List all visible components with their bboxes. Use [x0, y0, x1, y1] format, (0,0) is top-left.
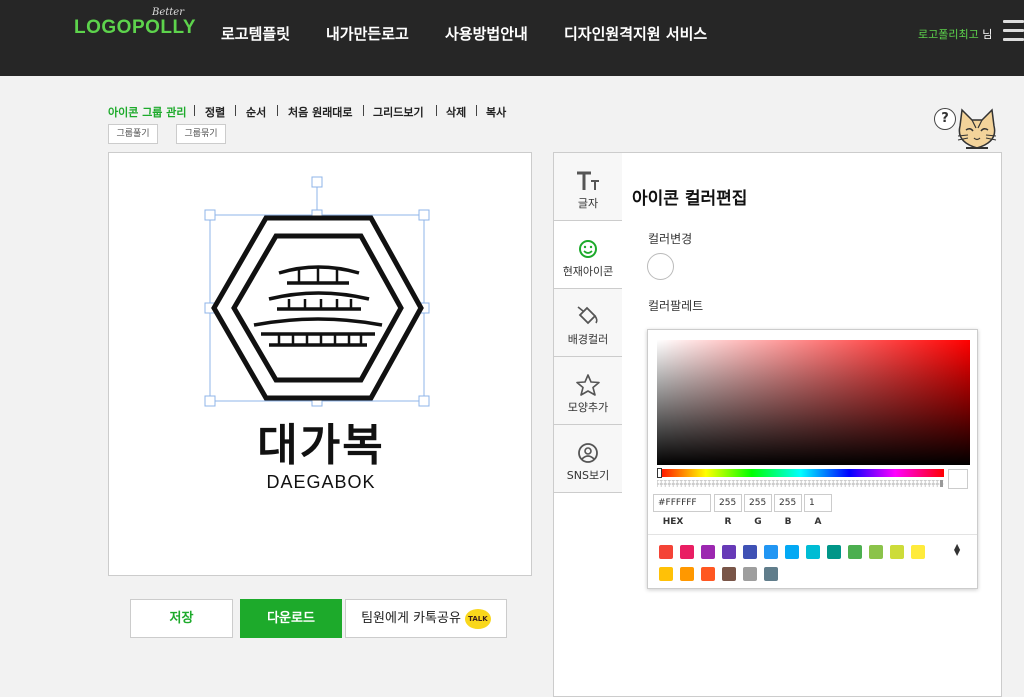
palette-swatch[interactable]	[701, 567, 715, 581]
palette-swatch[interactable]	[848, 545, 862, 559]
nav-usage-guide[interactable]: 사용방법안내	[445, 23, 528, 44]
palette-swatch[interactable]	[722, 545, 736, 559]
nav-remote-design-service[interactable]: 디자인원격지원 서비스	[564, 23, 707, 44]
tab-background-color[interactable]: 배경컬러	[554, 289, 622, 357]
download-button[interactable]: 다운로드	[240, 599, 342, 638]
green-input[interactable]	[744, 494, 772, 512]
palette-swatch[interactable]	[869, 545, 883, 559]
hue-handle[interactable]	[657, 468, 662, 478]
alpha-slider[interactable]	[657, 480, 944, 487]
help-button[interactable]: ?	[934, 108, 956, 130]
tool-align[interactable]: 정렬	[205, 104, 225, 120]
smiley-icon	[579, 240, 597, 258]
brand-name-text[interactable]: 대가복	[109, 409, 533, 473]
panel-title: 아이콘 컬러편집	[632, 189, 748, 209]
hue-slider[interactable]	[657, 468, 944, 478]
hex-input[interactable]	[653, 494, 711, 512]
palette-swatch[interactable]	[659, 567, 673, 581]
nav-logo-templates[interactable]: 로고템플릿	[221, 23, 290, 44]
tab-add-shape-label: 모양추가	[567, 401, 609, 414]
tool-grid-view[interactable]: 그리드보기	[373, 104, 424, 120]
alpha-label: A	[814, 517, 822, 527]
profile-icon	[578, 443, 598, 463]
color-picker: HEX R G B A ▲▼	[647, 329, 978, 589]
green-label: G	[754, 517, 762, 527]
logo-text: LOGOPOLLY	[74, 17, 197, 38]
tool-order[interactable]: 순서	[246, 104, 266, 120]
palette-swatch[interactable]	[680, 567, 694, 581]
palette-swatch[interactable]	[785, 545, 799, 559]
palette-swatch[interactable]	[743, 567, 757, 581]
user-greeting[interactable]: 로고폴리최고 님	[918, 26, 992, 42]
palace-emblem-icon[interactable]	[109, 153, 533, 577]
star-icon	[576, 374, 600, 396]
tab-sns-view[interactable]: SNS보기	[554, 425, 622, 493]
color-palette-label: 컬러팔레트	[648, 299, 704, 313]
alpha-handle[interactable]	[940, 480, 943, 487]
text-icon	[577, 171, 599, 190]
palette-swatch[interactable]	[764, 567, 778, 581]
kakao-share-button[interactable]: 팀원에게 카톡공유 TALK	[345, 599, 507, 638]
editor-side-tabs: 글자 현재아이콘 배경컬러 모양추가 SNS보기	[553, 152, 623, 697]
design-canvas[interactable]: 대가복 DAEGABOK	[108, 152, 532, 576]
tab-add-shape[interactable]: 모양추가	[554, 357, 622, 425]
paint-bucket-icon	[577, 306, 598, 325]
palette-swatch[interactable]	[911, 545, 925, 559]
palette-swatch[interactable]	[827, 545, 841, 559]
share-label: 팀원에게 카톡공유	[361, 611, 461, 626]
logo[interactable]: Better LOGOPOLLY	[74, 7, 197, 45]
alpha-input[interactable]	[804, 494, 832, 512]
top-header: Better LOGOPOLLY 로고템플릿 내가만든로고 사용방법안내 디자인…	[0, 0, 1024, 76]
group-button[interactable]: 그룹묶기	[176, 124, 226, 144]
color-change-label: 컬러변경	[648, 232, 693, 246]
kakao-talk-icon: TALK	[464, 608, 491, 629]
ungroup-button[interactable]: 그룹풀기	[108, 124, 158, 144]
palette-swatch[interactable]	[701, 545, 715, 559]
hex-label: HEX	[662, 517, 684, 527]
user-name: 로고폴리최고	[918, 28, 979, 41]
tab-current-icon-label: 현재아이콘	[562, 265, 614, 278]
tab-text[interactable]: 글자	[554, 153, 622, 221]
blue-input[interactable]	[774, 494, 802, 512]
red-input[interactable]	[714, 494, 742, 512]
tool-reset[interactable]: 처음 원래대로	[288, 104, 353, 120]
tab-sns-view-label: SNS보기	[566, 469, 610, 482]
palette-swatch[interactable]	[722, 567, 736, 581]
user-suffix: 님	[982, 28, 993, 41]
tool-icon-group-manage[interactable]: 아이콘 그룹 관리	[108, 104, 187, 120]
tab-current-icon[interactable]: 현재아이콘	[554, 221, 622, 289]
save-button[interactable]: 저장	[130, 599, 233, 638]
tool-delete[interactable]: 삭제	[446, 104, 466, 120]
tool-copy[interactable]: 복사	[486, 104, 506, 120]
red-label: R	[724, 517, 732, 527]
saturation-area[interactable]	[657, 340, 970, 465]
palette-swatch[interactable]	[890, 545, 904, 559]
menu-icon[interactable]	[1003, 20, 1024, 42]
palette-swatch[interactable]	[806, 545, 820, 559]
current-color-swatch[interactable]	[647, 253, 674, 280]
blue-label: B	[784, 517, 792, 527]
brand-sub-text[interactable]: DAEGABOK	[109, 472, 533, 493]
palette-scroll-icon[interactable]: ▲ ▼	[954, 543, 960, 557]
color-preview	[948, 469, 968, 489]
tab-background-color-label: 배경컬러	[567, 333, 609, 346]
palette-swatch[interactable]	[743, 545, 757, 559]
palette-swatch[interactable]	[680, 545, 694, 559]
nav-my-logos[interactable]: 내가만든로고	[326, 23, 409, 44]
tab-text-label: 글자	[577, 197, 599, 210]
palette-swatch[interactable]	[764, 545, 778, 559]
cat-mascot-icon	[957, 108, 997, 149]
palette-swatch[interactable]	[659, 545, 673, 559]
